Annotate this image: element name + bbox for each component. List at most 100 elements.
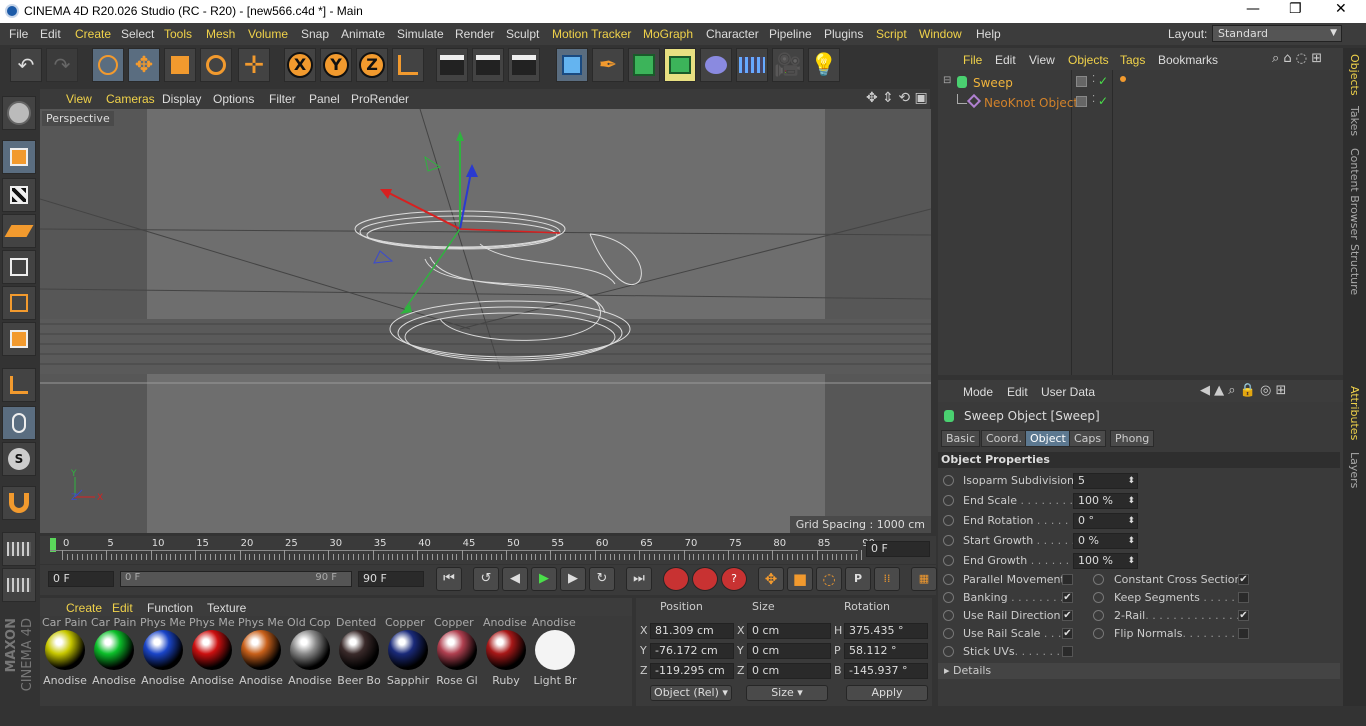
visibility-dots-icon[interactable]: ⁚ [1092, 74, 1095, 85]
camera-button[interactable]: 🎥 [772, 48, 804, 82]
material-swatch[interactable]: Rose Gl [434, 616, 480, 687]
edges-mode-button[interactable] [2, 286, 36, 320]
cloner-button[interactable] [664, 48, 696, 82]
make-editable-button[interactable] [2, 96, 36, 130]
obj-menu-view[interactable]: View [1029, 53, 1055, 67]
stepper-icon[interactable]: ⬍ [1127, 514, 1135, 528]
key-pla-button[interactable]: ⁞⁞ [874, 567, 900, 591]
maximize-button[interactable]: ❐ [1289, 1, 1302, 17]
animate-radio[interactable] [1093, 610, 1104, 621]
mat-menu-create[interactable]: Create [66, 601, 102, 615]
render-view-button[interactable] [436, 48, 468, 82]
coordinate-system-button[interactable] [392, 48, 424, 82]
move-tool-button[interactable]: ✥ [128, 48, 160, 82]
layer-icon[interactable] [1076, 76, 1087, 87]
key-rotation-button[interactable]: ◌ [816, 567, 842, 591]
obj-menu-objects[interactable]: Objects [1068, 53, 1109, 67]
material-swatch[interactable]: Beer Bo [336, 616, 382, 687]
details-section[interactable]: ▸ Details [938, 663, 1340, 679]
property-value-field[interactable]: 0 ° ⬍ [1073, 513, 1138, 529]
rotation-field[interactable]: 375.435 ° [844, 623, 928, 639]
3d-viewport[interactable]: Y X Z Perspective Grid Spacing : 1000 cm [40, 109, 931, 533]
previous-frame-button[interactable]: ◀ [502, 567, 528, 591]
layout-dropdown[interactable]: Standard ▼ [1212, 25, 1342, 42]
size-field[interactable]: 0 cm [747, 643, 831, 659]
enabled-check-icon[interactable]: ✓ [1098, 94, 1108, 108]
undo-button[interactable]: ↶ [10, 48, 42, 82]
property-value-field[interactable]: 0 % ⬍ [1073, 533, 1138, 549]
material-swatch[interactable]: Anodise [91, 616, 137, 687]
checkbox[interactable]: ✔ [1238, 574, 1249, 585]
last-tool-button[interactable]: ✛ [238, 48, 270, 82]
viewport-camera-label[interactable]: Perspective [42, 111, 114, 126]
mat-menu-edit[interactable]: Edit [112, 601, 133, 615]
rotate-tool-button[interactable] [200, 48, 232, 82]
mat-menu-function[interactable]: Function [147, 601, 193, 615]
timeline-window-button[interactable]: ▦ [911, 567, 937, 591]
obj-menu-edit[interactable]: Edit [995, 53, 1016, 67]
render-settings-button[interactable] [508, 48, 540, 82]
vp-menu-view[interactable]: View [66, 92, 92, 106]
size-mode-dropdown[interactable]: Size ▾ [746, 685, 828, 701]
subdivision-button[interactable] [628, 48, 660, 82]
object-row-sweep[interactable]: ⊟ Sweep ⁚ ✓ [938, 74, 1343, 92]
search-icon[interactable]: ⌕ ⌂ ◌ ⊞ [1272, 51, 1322, 66]
key-parameter-button[interactable]: P [845, 567, 871, 591]
material-swatch[interactable]: Anodise [42, 616, 88, 687]
vp-menu-prorender[interactable]: ProRender [351, 92, 409, 106]
material-swatch[interactable]: Ruby [483, 616, 529, 687]
workplane-lock-button[interactable] [2, 532, 36, 566]
viewport-nav-icons[interactable]: ✥ ⇕ ⟲ ▣ [866, 90, 928, 106]
redo-button[interactable]: ↷ [46, 48, 78, 82]
menu-animate[interactable]: Animate [341, 27, 385, 41]
stepper-icon[interactable]: ⬍ [1127, 554, 1135, 568]
side-tab-attributes[interactable]: Attributes [1348, 386, 1361, 440]
key-position-button[interactable]: ✥ [758, 567, 784, 591]
object-row-neoknot[interactable]: NeoKnot Object ⁚ ✓ [938, 93, 1343, 112]
frame-range-slider[interactable]: 0 F 90 F [120, 571, 352, 587]
position-field[interactable]: 81.309 cm [650, 623, 734, 639]
menu-help[interactable]: Help [976, 27, 1001, 41]
menu-tools[interactable]: Tools [164, 27, 192, 41]
tab-object[interactable]: Object [1025, 430, 1071, 447]
checkbox[interactable]: ✔ [1062, 592, 1073, 603]
tab-caps[interactable]: Caps [1069, 430, 1107, 447]
menu-simulate[interactable]: Simulate [397, 27, 444, 41]
minimize-button[interactable]: — [1246, 1, 1260, 17]
menu-render[interactable]: Render [455, 27, 494, 41]
size-field[interactable]: 0 cm [747, 623, 831, 639]
side-tab-structure[interactable]: Structure [1348, 244, 1361, 295]
keyframe-selection-button[interactable]: ? [721, 567, 747, 591]
attr-menu-edit[interactable]: Edit [1007, 385, 1028, 399]
autokeying-button[interactable] [692, 567, 718, 591]
menu-mesh[interactable]: Mesh [206, 27, 235, 41]
menu-edit[interactable]: Edit [40, 27, 61, 41]
animate-radio[interactable] [943, 515, 954, 526]
next-frame-button[interactable]: ▶ [560, 567, 586, 591]
end-frame-field[interactable]: 90 F [358, 571, 424, 587]
key-scale-button[interactable]: ■ [787, 567, 813, 591]
checkbox[interactable]: ✔ [1062, 628, 1073, 639]
vp-menu-panel[interactable]: Panel [309, 92, 340, 106]
go-to-end-button[interactable]: ⏭ [626, 567, 652, 591]
vp-menu-display[interactable]: Display [162, 92, 201, 106]
visibility-dots-icon[interactable]: ⁚ [1092, 94, 1095, 105]
animate-radio[interactable] [943, 535, 954, 546]
tab-coord[interactable]: Coord. [981, 430, 1027, 447]
x-axis-button[interactable]: X [284, 48, 316, 82]
z-axis-button[interactable]: Z [356, 48, 388, 82]
menu-plugins[interactable]: Plugins [824, 27, 863, 41]
menu-pipeline[interactable]: Pipeline [769, 27, 812, 41]
animate-radio[interactable] [1093, 592, 1104, 603]
side-tab-takes[interactable]: Takes [1348, 106, 1361, 136]
points-mode-button[interactable] [2, 250, 36, 284]
attr-menu-mode[interactable]: Mode [963, 385, 993, 399]
position-field[interactable]: -119.295 cm [650, 663, 734, 679]
magnet-button[interactable] [2, 486, 36, 520]
stepper-icon[interactable]: ⬍ [1127, 474, 1135, 488]
checkbox[interactable] [1238, 592, 1249, 603]
property-value-field[interactable]: 5 ⬍ [1073, 473, 1138, 489]
menu-character[interactable]: Character [706, 27, 759, 41]
obj-menu-file[interactable]: File [963, 53, 982, 67]
size-field[interactable]: 0 cm [747, 663, 831, 679]
